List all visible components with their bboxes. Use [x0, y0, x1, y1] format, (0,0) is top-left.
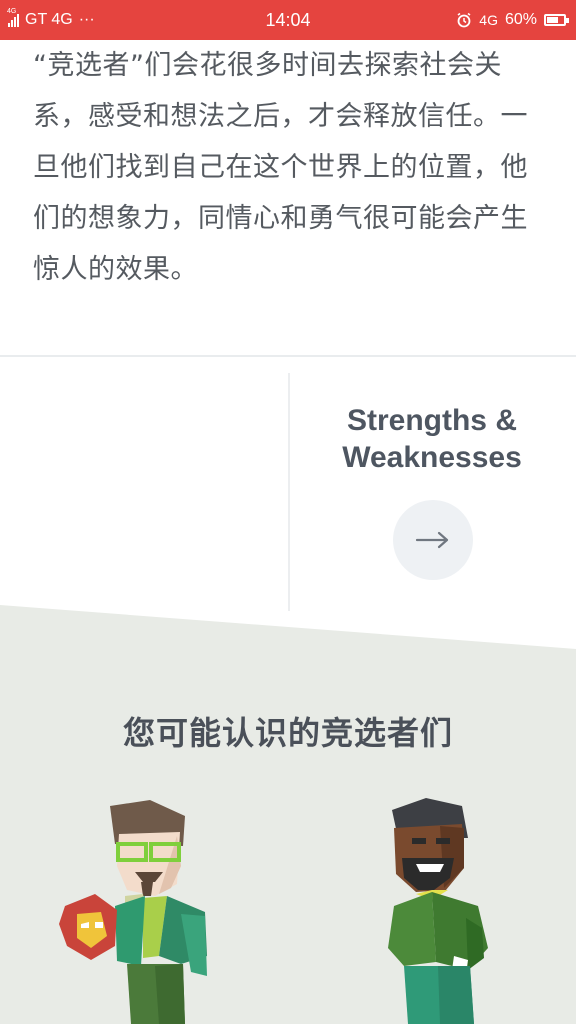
card-divider: [288, 373, 290, 611]
character-figure-1[interactable]: [55, 796, 215, 1024]
network-label: 4G: [479, 12, 498, 28]
famous-section-title: 您可能认识的竞选者们: [122, 714, 453, 752]
alarm-icon: [457, 12, 471, 28]
arrow-right-icon: [415, 531, 449, 549]
strengths-weaknesses-link[interactable]: Strengths & Weaknesses: [296, 402, 568, 476]
battery-icon: [544, 14, 569, 26]
status-bar: 4G GT 4G ··· 14:04 4G 60%: [0, 0, 576, 40]
strengths-title-line2: Weaknesses: [342, 441, 522, 474]
character-figure-2[interactable]: [380, 798, 500, 1024]
description-paragraph: “竞选者”们会花很多时间去探索社会关系，感受和想法之后，才会释放信任。一旦他们找…: [33, 50, 528, 285]
status-right: 4G 60%: [456, 11, 569, 29]
battery-percent: 60%: [504, 11, 537, 28]
section-divider: [0, 355, 576, 357]
strengths-title-line1: Strengths &: [346, 404, 517, 437]
next-arrow-button[interactable]: [393, 500, 473, 580]
